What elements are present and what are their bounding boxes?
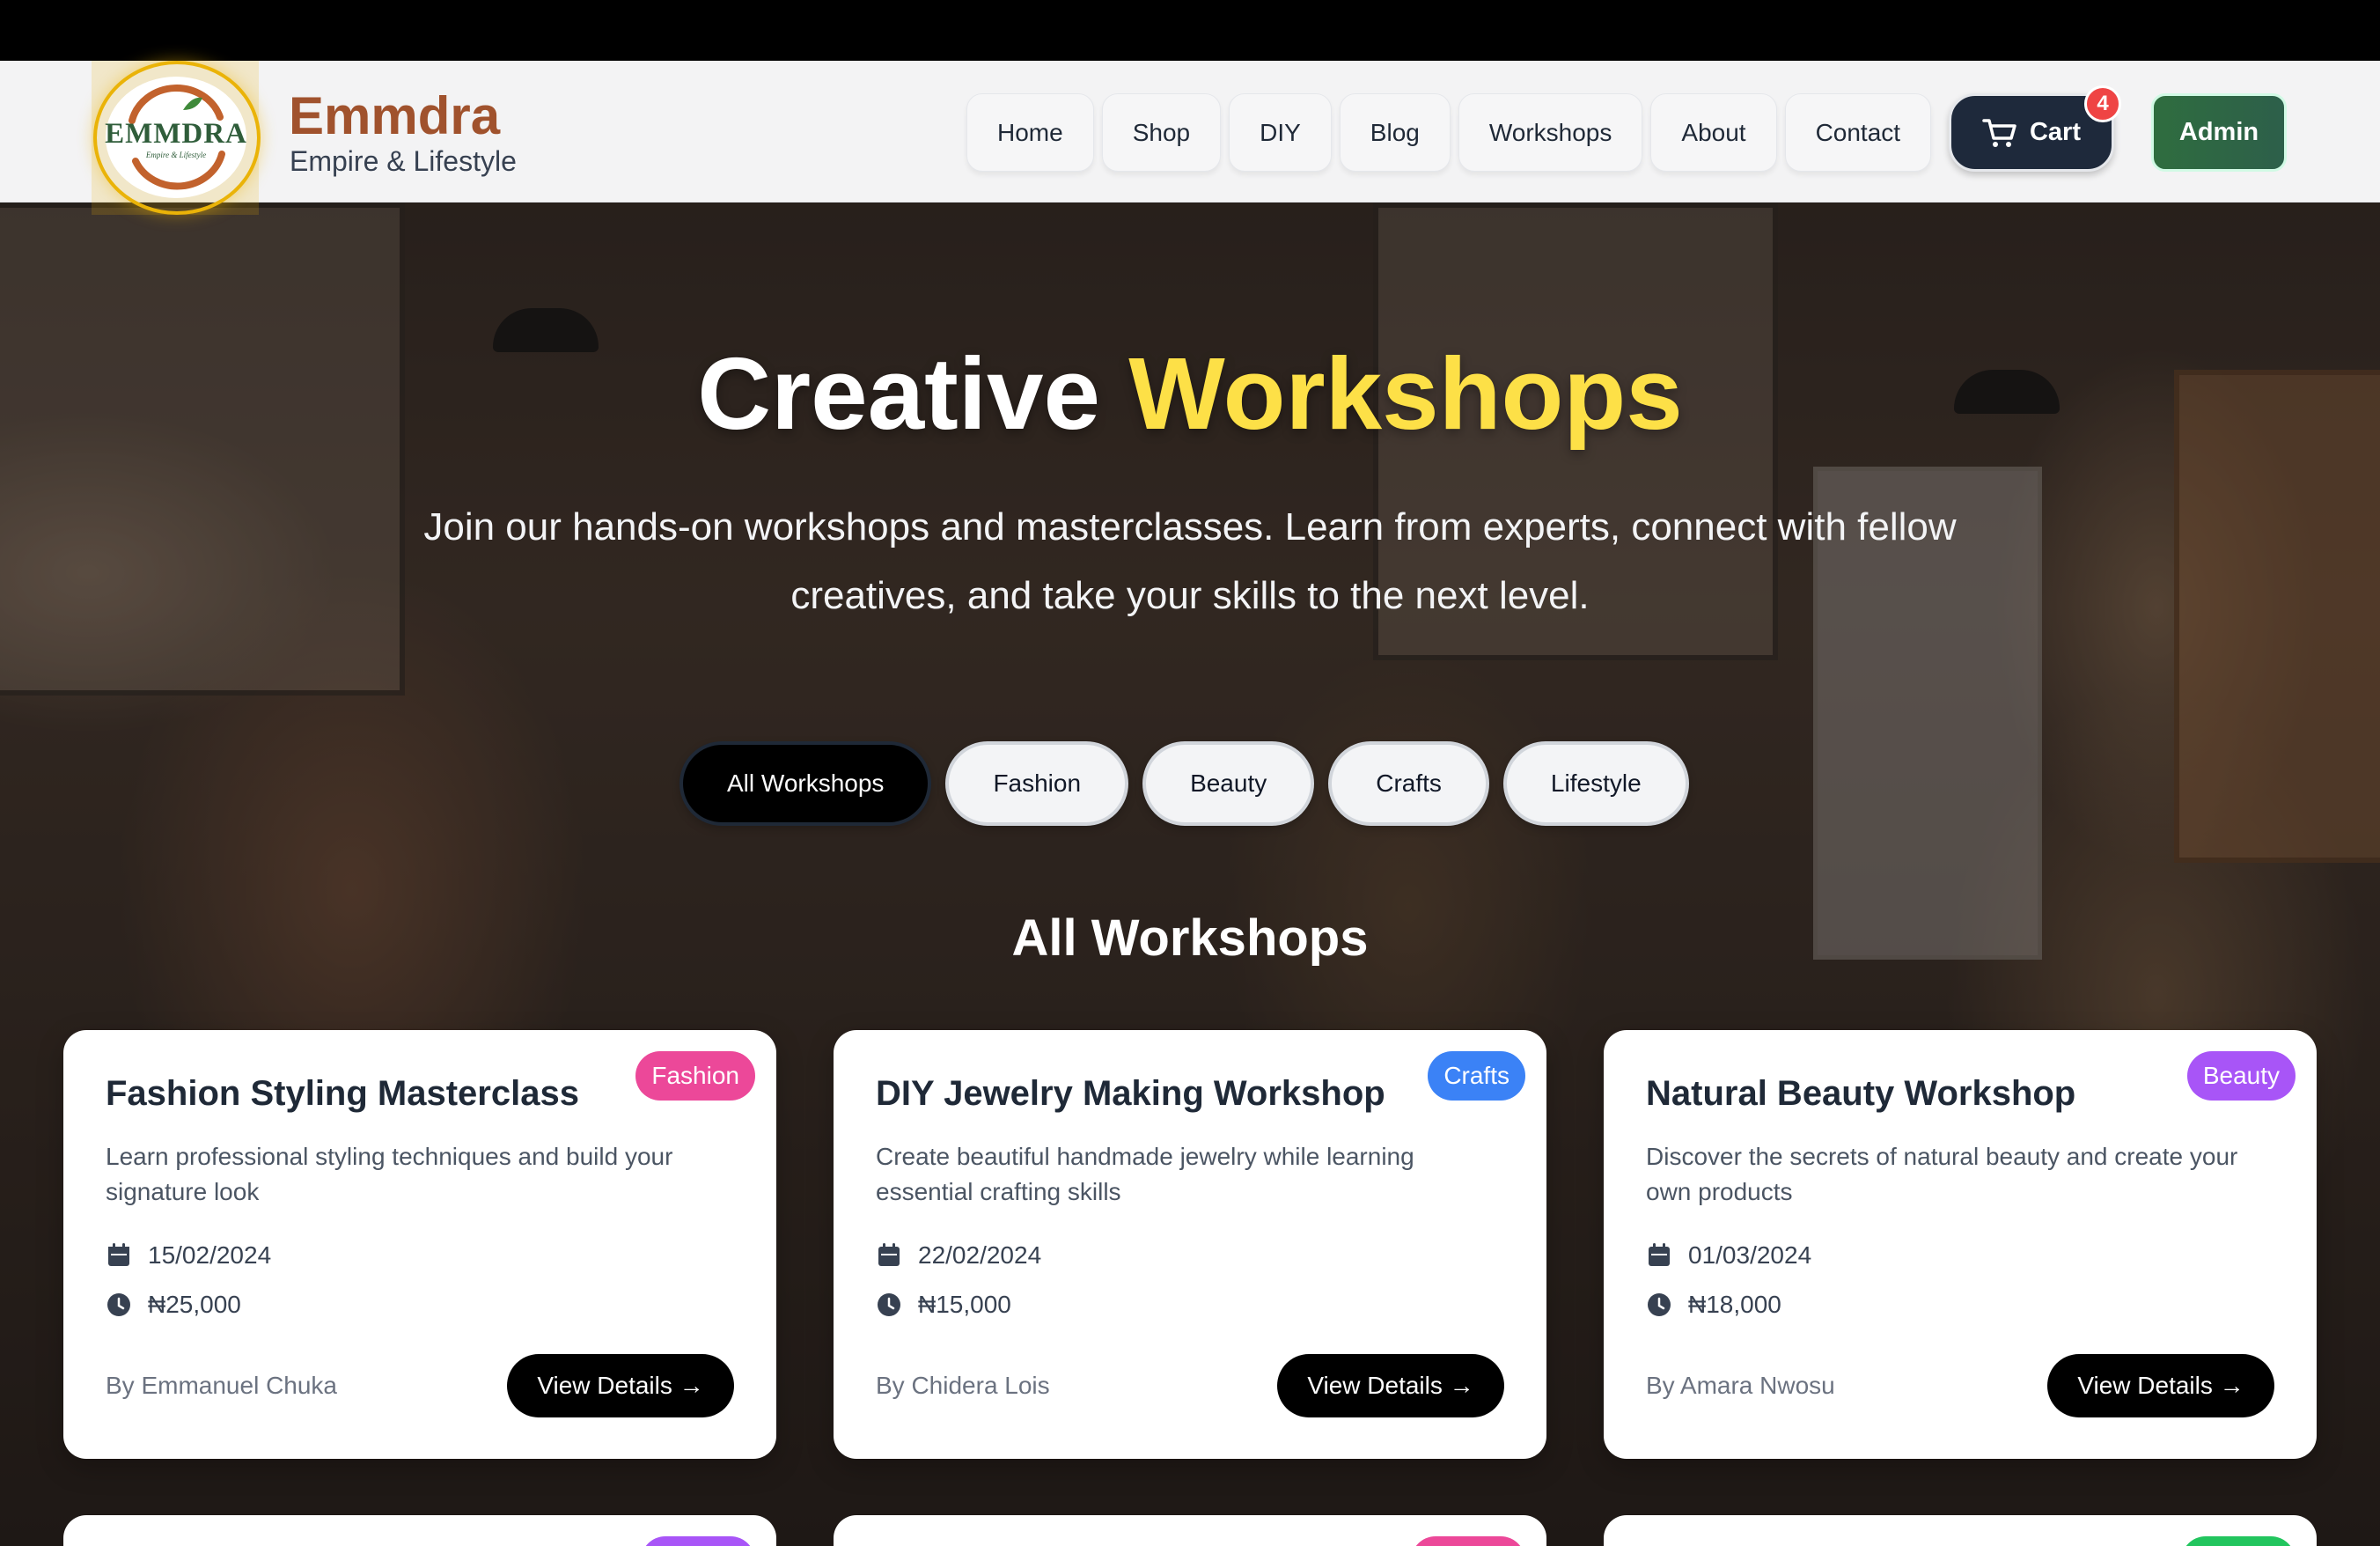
hero-title-main: Creative	[697, 336, 1101, 451]
card-date: 01/03/2024	[1646, 1241, 1811, 1270]
workshop-filters: All Workshops Fashion Beauty Crafts Life…	[679, 741, 1689, 826]
category-badge-peek	[641, 1536, 755, 1546]
filter-fashion[interactable]: Fashion	[945, 741, 1129, 826]
brand-name[interactable]: Emmdra	[289, 85, 500, 146]
workshop-card[interactable]: Fashion Styling Masterclass Fashion Lear…	[63, 1030, 776, 1459]
shopping-cart-icon	[1982, 118, 2016, 147]
hero-title-accent: Workshops	[1128, 336, 1683, 451]
brand-logo[interactable]: EMMDRA Empire & Lifestyle	[105, 77, 247, 198]
clock-icon	[1648, 1293, 1671, 1316]
nav-contact[interactable]: Contact	[1784, 93, 1932, 172]
card-author: By Emmanuel Chuka	[106, 1372, 338, 1399]
view-details-button[interactable]: View Details →	[2047, 1354, 2274, 1417]
card-author: By Chidera Lois	[876, 1372, 1050, 1399]
workshop-card-peek[interactable]	[834, 1515, 1546, 1546]
view-details-button[interactable]: View Details →	[507, 1354, 734, 1417]
workshop-card-peek[interactable]	[1604, 1515, 2317, 1546]
card-price: ₦15,000	[876, 1291, 1011, 1319]
card-price-text: ₦18,000	[1688, 1291, 1781, 1318]
nav-blog[interactable]: Blog	[1339, 93, 1451, 172]
category-badge-peek	[2181, 1536, 2296, 1546]
card-price: ₦25,000	[106, 1291, 241, 1319]
card-title: Natural Beauty Workshop	[1646, 1074, 2076, 1113]
card-price: ₦18,000	[1646, 1291, 1781, 1319]
hero-subtitle: Join our hands-on workshops and mastercl…	[423, 505, 1957, 617]
card-date-text: 01/03/2024	[1688, 1241, 1812, 1269]
card-date: 15/02/2024	[106, 1241, 271, 1270]
nav-shop[interactable]: Shop	[1101, 93, 1222, 172]
brand-tagline: Empire & Lifestyle	[290, 145, 517, 177]
card-price-text: ₦15,000	[918, 1291, 1011, 1318]
logo-text: EMMDRA	[105, 117, 247, 150]
nav-home[interactable]: Home	[966, 93, 1094, 172]
card-description: Create beautiful handmade jewelry while …	[876, 1143, 1414, 1205]
cart-count-badge: 4	[2084, 85, 2121, 122]
card-price-text: ₦25,000	[148, 1291, 241, 1318]
filter-crafts[interactable]: Crafts	[1328, 741, 1489, 826]
nav-workshops[interactable]: Workshops	[1458, 93, 1643, 172]
calendar-icon	[1649, 1243, 1670, 1266]
card-date-text: 22/02/2024	[918, 1241, 1042, 1269]
filter-all-workshops[interactable]: All Workshops	[679, 741, 932, 826]
card-date: 22/02/2024	[876, 1241, 1041, 1270]
hero-title: Creative Workshops	[0, 335, 2380, 453]
card-description: Learn professional styling techniques an…	[106, 1143, 673, 1205]
view-details-button[interactable]: View Details →	[1277, 1354, 1504, 1417]
nav-diy[interactable]: DIY	[1229, 93, 1332, 172]
card-description: Discover the secrets of natural beauty a…	[1646, 1143, 2238, 1205]
main-nav: Home Shop DIY Blog Workshops About Conta…	[966, 93, 1932, 172]
card-title: DIY Jewelry Making Workshop	[876, 1074, 1385, 1113]
category-badge: Crafts	[1428, 1051, 1525, 1101]
card-title: Fashion Styling Masterclass	[106, 1074, 579, 1113]
category-badge: Fashion	[635, 1051, 755, 1101]
clock-icon	[878, 1293, 900, 1316]
logo-subtext: Empire & Lifestyle	[145, 150, 207, 159]
admin-button[interactable]: Admin	[2151, 93, 2287, 172]
section-title: All Workshops	[1011, 909, 1369, 967]
workshop-card[interactable]: DIY Jewelry Making Workshop Crafts Creat…	[834, 1030, 1546, 1459]
hero-section: Creative Workshops Join our hands-on wor…	[0, 202, 2380, 1546]
filter-beauty[interactable]: Beauty	[1142, 741, 1315, 826]
card-author: By Amara Nwosu	[1646, 1372, 1835, 1399]
cart-label: Cart	[2029, 118, 2081, 146]
card-date-text: 15/02/2024	[148, 1241, 272, 1269]
calendar-icon	[878, 1243, 900, 1266]
browser-top-strip	[0, 0, 2380, 61]
workshop-card-peek[interactable]	[63, 1515, 776, 1546]
clock-icon	[107, 1293, 130, 1316]
filter-lifestyle[interactable]: Lifestyle	[1502, 741, 1689, 826]
category-badge-peek	[1411, 1536, 1525, 1546]
calendar-icon	[108, 1243, 129, 1266]
category-badge: Beauty	[2186, 1051, 2296, 1101]
workshop-card[interactable]: Natural Beauty Workshop Beauty Discover …	[1604, 1030, 2317, 1459]
site-header: EMMDRA Empire & Lifestyle Emmdra Empire …	[0, 61, 2380, 215]
nav-about[interactable]: About	[1650, 93, 1777, 172]
